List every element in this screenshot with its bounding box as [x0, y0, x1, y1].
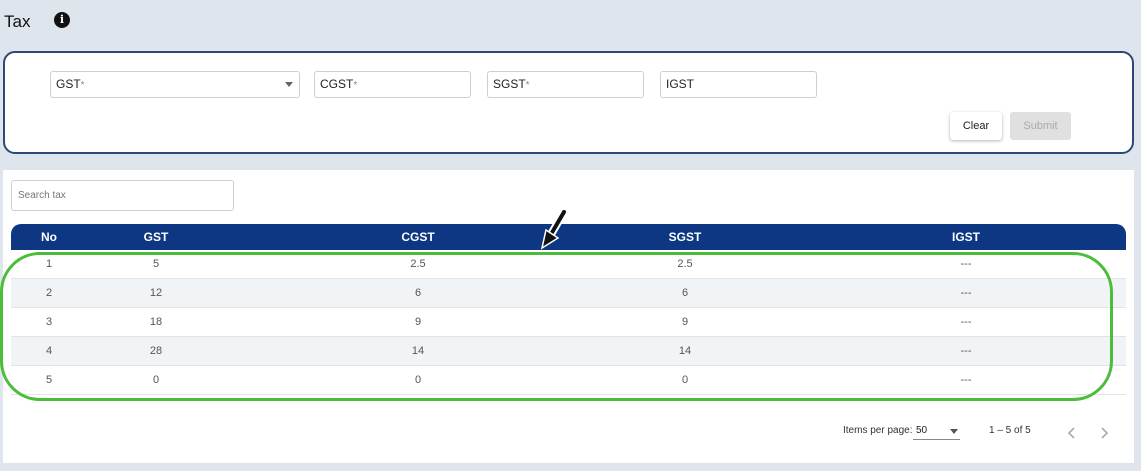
igst-label: IGST — [666, 77, 695, 91]
pointer-arrow-icon — [540, 208, 568, 250]
cell-no: 5 — [45, 374, 53, 386]
cell-gst: 28 — [149, 345, 163, 357]
chevron-down-icon — [950, 429, 958, 434]
cell-cgst: 6 — [414, 287, 422, 299]
igst-field[interactable]: IGST — [660, 71, 817, 98]
cgst-required-mark: * — [353, 80, 358, 91]
table-body: 1 5 2.5 2.5 --- 2 12 6 6 --- 3 18 9 9 --… — [11, 250, 1126, 395]
table-row[interactable]: 1 5 2.5 2.5 --- — [11, 250, 1126, 279]
cell-cgst: 0 — [414, 374, 422, 386]
cell-gst: 18 — [149, 316, 163, 328]
sgst-label: SGST — [493, 77, 526, 91]
previous-page-button[interactable] — [1065, 425, 1079, 441]
clear-button[interactable]: Clear — [950, 112, 1002, 140]
cell-gst: 12 — [149, 287, 163, 299]
cell-sgst: 14 — [678, 345, 692, 357]
gst-select[interactable]: GST* — [50, 71, 300, 98]
cell-igst: --- — [960, 374, 972, 386]
table-row[interactable]: 2 12 6 6 --- — [11, 279, 1126, 308]
cell-cgst: 9 — [414, 316, 422, 328]
cell-sgst: 2.5 — [677, 258, 693, 270]
table-row[interactable]: 4 28 14 14 --- — [11, 337, 1126, 366]
column-header-cgst[interactable]: CGST — [401, 224, 434, 250]
cell-no: 4 — [45, 345, 53, 357]
cgst-label: CGST — [320, 77, 354, 91]
cell-sgst: 9 — [681, 316, 689, 328]
items-per-page-value: 50 — [916, 425, 928, 436]
submit-button[interactable]: Submit — [1010, 112, 1071, 140]
table-row[interactable]: 5 0 0 0 --- — [11, 366, 1126, 395]
gst-required-mark: * — [80, 80, 85, 91]
cell-igst: --- — [960, 287, 972, 299]
cgst-field[interactable]: CGST* — [314, 71, 471, 98]
cell-igst: --- — [960, 316, 972, 328]
table-row[interactable]: 3 18 9 9 --- — [11, 308, 1126, 337]
column-header-igst[interactable]: IGST — [952, 224, 980, 250]
sgst-required-mark: * — [525, 80, 530, 91]
search-input[interactable] — [11, 180, 234, 211]
next-page-button[interactable] — [1097, 425, 1111, 441]
column-header-no[interactable]: No — [41, 224, 57, 250]
cell-igst: --- — [960, 258, 972, 270]
cell-sgst: 0 — [681, 374, 689, 386]
cell-sgst: 6 — [681, 287, 689, 299]
column-header-gst[interactable]: GST — [144, 224, 169, 250]
page-title: Tax — [4, 12, 31, 31]
items-per-page-select[interactable]: 50 — [913, 422, 960, 440]
cell-no: 2 — [45, 287, 53, 299]
page-range-label: 1 – 5 of 5 — [989, 425, 1031, 436]
items-per-page-label: Items per page: — [843, 425, 913, 436]
gst-label: GST — [56, 77, 81, 91]
cell-no: 3 — [45, 316, 53, 328]
chevron-down-icon — [285, 82, 293, 87]
info-icon[interactable]: i — [54, 12, 70, 28]
cell-cgst: 2.5 — [410, 258, 426, 270]
cell-gst: 0 — [152, 374, 160, 386]
sgst-field[interactable]: SGST* — [487, 71, 644, 98]
cell-gst: 5 — [152, 258, 160, 270]
cell-igst: --- — [960, 345, 972, 357]
cell-cgst: 14 — [411, 345, 425, 357]
tax-form-card: GST* CGST* SGST* IGST Clear Submit — [3, 51, 1134, 154]
cell-no: 1 — [45, 258, 53, 270]
column-header-sgst[interactable]: SGST — [669, 224, 702, 250]
